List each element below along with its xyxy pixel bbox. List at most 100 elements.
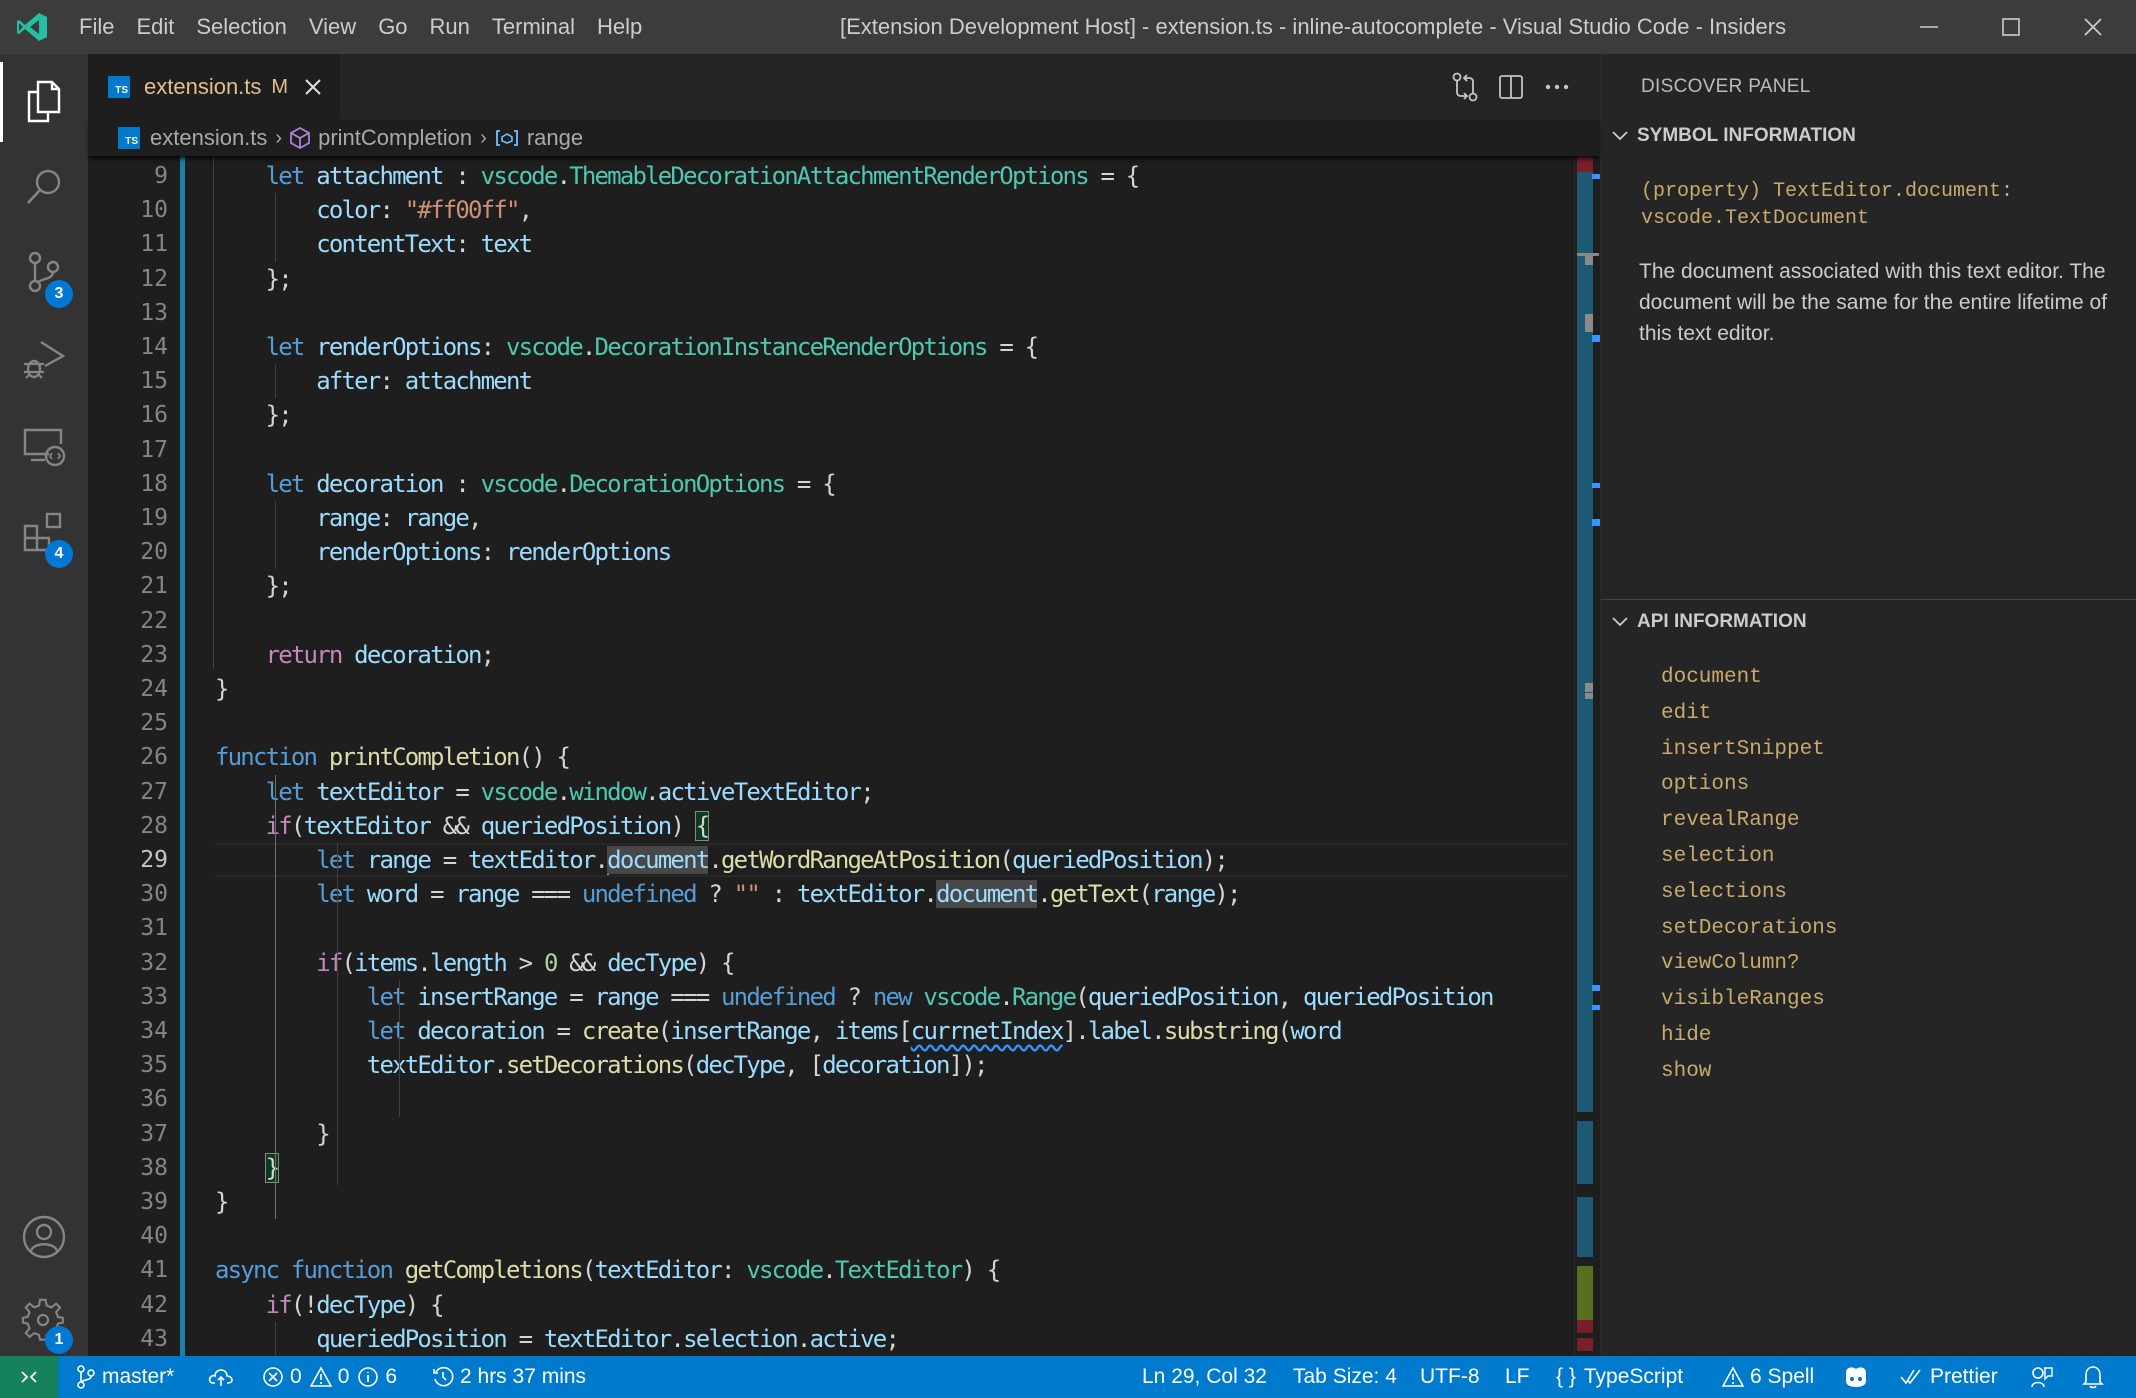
code-line[interactable]: let range = textEditor.document.getWordR… <box>215 843 1229 877</box>
remote-indicator[interactable] <box>0 1356 58 1398</box>
code-editor[interactable]: 9 let attachment : vscode.ThemableDecora… <box>88 156 1600 1356</box>
tab-size[interactable]: Tab Size: 4 <box>1293 1356 1397 1398</box>
code-token: active <box>809 1324 888 1353</box>
api-item[interactable]: selections <box>1661 875 1787 911</box>
cursor-position[interactable]: Ln 29, Col 32 <box>1142 1356 1267 1398</box>
menu-view[interactable]: View <box>298 14 367 40</box>
close-tab-button[interactable] <box>304 74 322 100</box>
breadcrumb-variable[interactable]: range <box>495 125 583 151</box>
code-token: "#ff00ff" <box>404 196 521 225</box>
editor-scrollbar[interactable] <box>1574 156 1600 1356</box>
error-icon <box>263 1367 283 1387</box>
menu-help[interactable]: Help <box>586 14 653 40</box>
code-line[interactable]: if(textEditor && queriedPosition) { <box>215 809 710 843</box>
notifications-button[interactable] <box>2082 1356 2110 1398</box>
code-line[interactable]: } <box>215 1117 330 1151</box>
activity-explorer[interactable] <box>0 58 88 144</box>
menu-run[interactable]: Run <box>419 14 481 40</box>
code-line[interactable]: return decoration; <box>215 638 496 672</box>
api-item[interactable]: insertSnippet <box>1661 732 1825 768</box>
code-line[interactable]: renderOptions: renderOptions <box>215 535 672 569</box>
encoding[interactable]: UTF-8 <box>1420 1356 1480 1398</box>
api-item[interactable]: selection <box>1661 839 1774 875</box>
code-line[interactable]: textEditor.setDecorations(decType, [deco… <box>215 1048 989 1082</box>
tab-extension-ts[interactable]: TS extension.ts M <box>88 54 340 120</box>
code-line[interactable]: }; <box>215 398 293 432</box>
code-token: undefined <box>581 880 698 909</box>
code-line[interactable]: let insertRange = range === undefined ? … <box>215 980 1495 1014</box>
code-line[interactable]: after: attachment <box>215 364 533 398</box>
menu-selection[interactable]: Selection <box>185 14 298 40</box>
code-token: insertRange <box>670 1017 811 1045</box>
api-item[interactable]: hide <box>1661 1018 1711 1054</box>
language-mode[interactable]: { } TypeScript <box>1556 1356 1683 1398</box>
more-actions-button[interactable] <box>1534 64 1580 110</box>
code-line[interactable]: let renderOptions: vscode.DecorationInst… <box>215 330 1039 364</box>
end-of-line[interactable]: LF <box>1505 1356 1530 1398</box>
menu-edit[interactable]: Edit <box>125 14 185 40</box>
code-line[interactable]: let textEditor = vscode.window.activeTex… <box>215 775 875 809</box>
code-line[interactable]: if(!decType) { <box>215 1288 445 1322</box>
activity-extensions[interactable]: 4 <box>0 490 88 576</box>
api-item[interactable]: show <box>1661 1054 1711 1090</box>
api-item[interactable]: options <box>1661 767 1749 803</box>
code-line[interactable]: } <box>215 672 229 706</box>
code-line[interactable]: range: range, <box>215 501 482 535</box>
activity-manage[interactable]: 1 <box>0 1276 88 1362</box>
indent-guide <box>275 501 276 570</box>
code-line[interactable]: let attachment : vscode.ThemableDecorati… <box>215 159 1141 193</box>
code-line[interactable]: async function getCompletions(textEditor… <box>215 1253 1001 1287</box>
api-item[interactable]: revealRange <box>1661 803 1800 839</box>
breadcrumb-file[interactable]: TS extension.ts <box>118 125 267 151</box>
code-token: printCompletion <box>328 743 521 772</box>
activity-accounts[interactable] <box>0 1194 88 1280</box>
activity-search[interactable] <box>0 144 88 230</box>
code-line[interactable]: }; <box>215 262 293 296</box>
api-item[interactable]: document <box>1661 660 1762 696</box>
api-item[interactable]: viewColumn? <box>1661 946 1800 982</box>
code-line[interactable]: }; <box>215 569 293 603</box>
copilot-status[interactable] <box>1842 1356 1876 1398</box>
activity-source-control[interactable]: 3 <box>0 230 88 316</box>
problems-status[interactable]: 0 0 6 <box>262 1356 397 1398</box>
minimize-button[interactable] <box>1888 0 1970 54</box>
spell-check-status[interactable]: 6 Spell <box>1722 1356 1814 1398</box>
code-token: range <box>594 982 660 1011</box>
code-line[interactable]: let decoration = create(insertRange, ite… <box>215 1014 1343 1048</box>
prettier-status[interactable]: Prettier <box>1900 1356 1998 1398</box>
code-line[interactable]: contentText: text <box>215 227 533 261</box>
double-check-icon <box>1900 1369 1921 1385</box>
code-line[interactable]: color: "#ff00ff", <box>215 193 533 227</box>
api-item[interactable]: setDecorations <box>1661 911 1837 947</box>
breadcrumb-symbol[interactable]: printCompletion <box>290 125 472 151</box>
chevron-down-icon <box>1612 131 1628 141</box>
split-editor-button[interactable] <box>1488 64 1534 110</box>
activity-run-debug[interactable] <box>0 316 88 402</box>
api-item[interactable]: visibleRanges <box>1661 982 1825 1018</box>
branch-status[interactable]: master* <box>76 1356 174 1398</box>
open-changes-button[interactable] <box>1442 64 1488 110</box>
line-number: 42 <box>140 1291 168 1318</box>
code-line[interactable]: let word = range === undefined ? "" : te… <box>215 877 1242 911</box>
menu-file[interactable]: File <box>68 14 125 40</box>
activity-remote-explorer[interactable] <box>0 404 88 490</box>
sync-button[interactable] <box>208 1356 240 1398</box>
close-window-button[interactable] <box>2052 0 2134 54</box>
api-item[interactable]: edit <box>1661 696 1711 732</box>
code-line[interactable]: queriedPosition = textEditor.selection.a… <box>215 1322 900 1356</box>
code-line[interactable]: } <box>215 1185 229 1219</box>
menu-terminal[interactable]: Terminal <box>481 14 586 40</box>
code-token: length <box>430 948 508 977</box>
code-token: let <box>316 880 356 909</box>
api-information-header[interactable]: API INFORMATION <box>1601 602 2136 642</box>
code-line[interactable]: function printCompletion() { <box>215 740 571 774</box>
line-number: 16 <box>140 402 168 429</box>
maximize-button[interactable] <box>1970 0 2052 54</box>
feedback-button[interactable] <box>2030 1356 2060 1398</box>
code-line[interactable]: } <box>215 1151 280 1185</box>
time-tracker[interactable]: 2 hrs 37 mins <box>432 1356 586 1398</box>
menu-go[interactable]: Go <box>367 14 418 40</box>
code-line[interactable]: if(items.length > 0 && decType) { <box>215 946 735 980</box>
code-line[interactable]: let decoration : vscode.DecorationOption… <box>215 467 837 501</box>
symbol-information-header[interactable]: SYMBOL INFORMATION <box>1601 116 2136 156</box>
